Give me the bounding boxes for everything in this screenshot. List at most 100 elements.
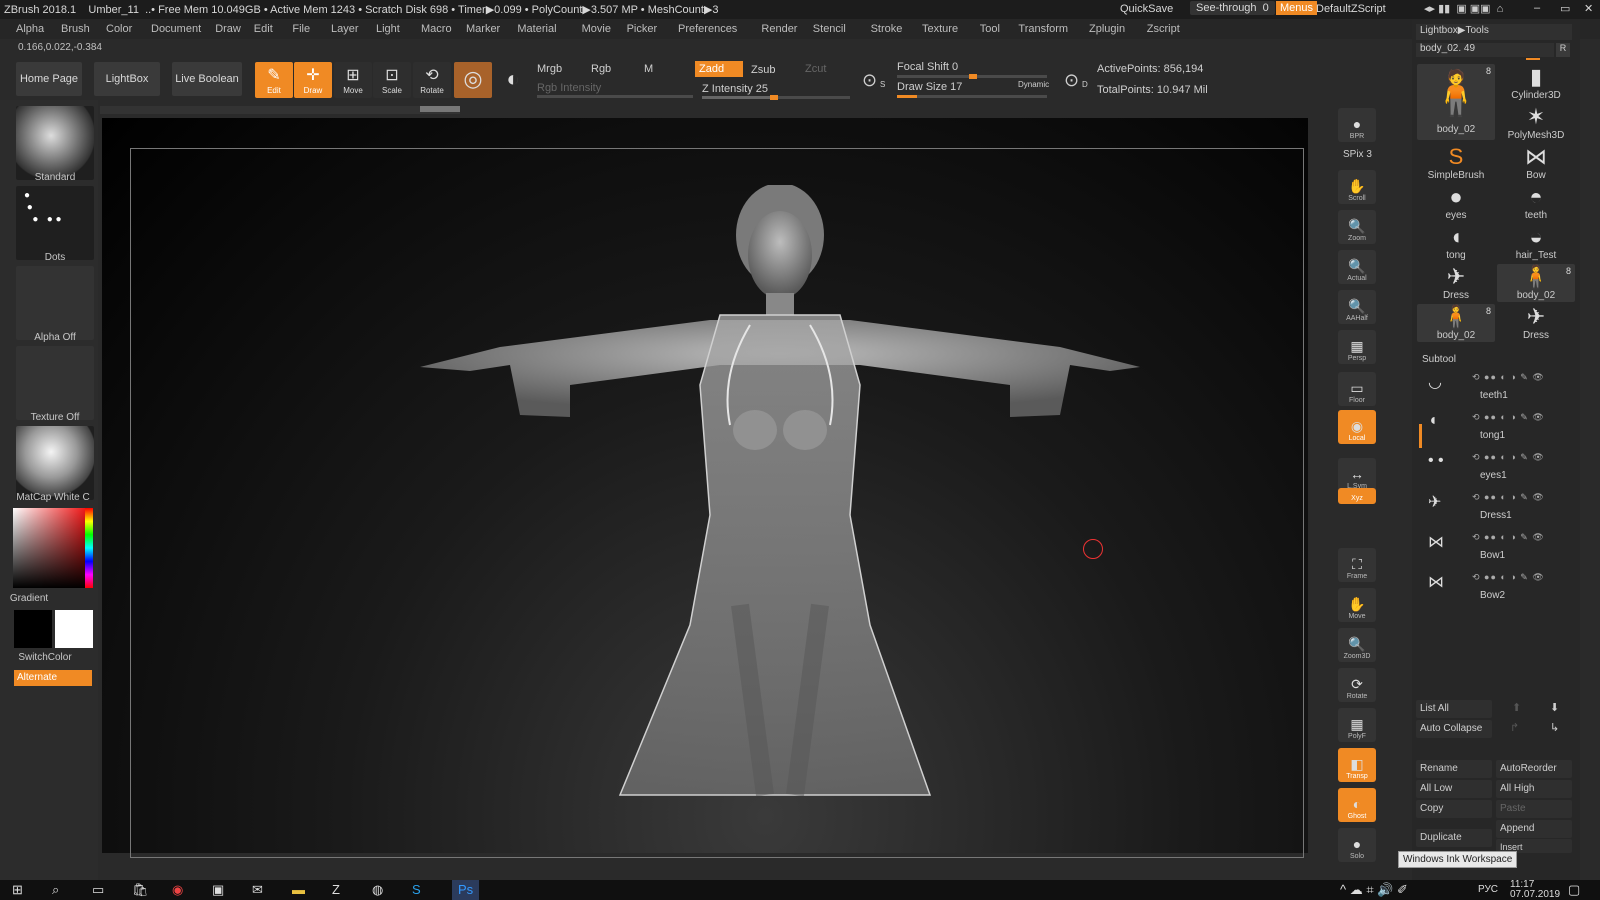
transp-button[interactable]: ◧ Transp	[1338, 748, 1376, 782]
rotate-button[interactable]: ⟳ Rotate	[1338, 668, 1376, 702]
scroll-button[interactable]: ✋ Scroll	[1338, 170, 1376, 204]
app-icon[interactable]: ◍	[372, 882, 383, 898]
duplicate-button[interactable]: Duplicate	[1416, 829, 1492, 847]
zbrush-icon[interactable]: Z	[332, 882, 340, 897]
windows-start-icon[interactable]: ⊞	[12, 882, 23, 898]
home-page-button[interactable]: Home Page	[16, 62, 82, 96]
autoreorder-button[interactable]: AutoReorder	[1496, 760, 1572, 778]
menu-item-color[interactable]: Color	[106, 23, 132, 35]
photoshop-icon[interactable]: Ps	[452, 880, 480, 900]
paste-button[interactable]: Paste	[1496, 800, 1572, 818]
append-button[interactable]: Append	[1496, 820, 1572, 838]
subtool-toggles[interactable]: ⟲ ●● ◐ ◑ ✎ 👁	[1472, 492, 1545, 503]
menu-item-zplugin[interactable]: Zplugin	[1089, 23, 1125, 35]
menu-item-layer[interactable]: Layer	[331, 23, 359, 35]
zoom3d-button[interactable]: 🔍 Zoom3D	[1338, 628, 1376, 662]
menu-item-preferences[interactable]: Preferences	[678, 23, 737, 35]
rename-button[interactable]: Rename	[1416, 760, 1492, 778]
local-button[interactable]: ◉ Local	[1338, 410, 1376, 444]
subtool-tong1[interactable]: ◖ ⟲ ●● ◐ ◑ ✎ 👁 tong1	[1420, 408, 1570, 446]
tool-item-polymesh3d[interactable]: ✶ PolyMesh3D	[1497, 104, 1575, 142]
close-icon[interactable]: ✕	[1584, 2, 1593, 15]
menu-item-movie[interactable]: Movie	[582, 23, 611, 35]
switch-color-button[interactable]: SwitchColor	[0, 652, 98, 663]
arrow-down-icon[interactable]: ⬇	[1550, 701, 1559, 714]
subtool-toggles[interactable]: ⟲ ●● ◐ ◑ ✎ 👁	[1472, 532, 1545, 543]
menu-item-alpha[interactable]: Alpha	[16, 23, 44, 35]
chrome-icon[interactable]: ◉	[172, 882, 183, 898]
lightbox-tools-header[interactable]: Lightbox▶Tools	[1416, 24, 1572, 40]
frame-button[interactable]: ⛶ Frame	[1338, 548, 1376, 582]
maximize-icon[interactable]: ▭	[1560, 2, 1570, 15]
persp-button[interactable]: ▦ Persp	[1338, 330, 1376, 364]
tool-item-body-02[interactable]: 🧍 body_02 8	[1417, 304, 1495, 342]
menu-item-light[interactable]: Light	[376, 23, 400, 35]
bpr-button[interactable]: ● BPR	[1338, 108, 1376, 142]
zcut-button[interactable]: Zcut	[805, 63, 826, 75]
xyz-button[interactable]: Xyz	[1338, 488, 1376, 504]
material-thumbnail[interactable]	[16, 426, 94, 500]
window-layout-icons[interactable]: ◂▸ ▮▮ ▣ ▣▣ ⌂	[1424, 2, 1503, 15]
zsub-button[interactable]: Zsub	[751, 64, 775, 76]
l-sym-button[interactable]: ↔ L.Sym	[1338, 458, 1376, 492]
focal-shift-handle[interactable]	[969, 74, 977, 79]
stroke-thumbnail[interactable]: ● ● ● ● ●	[16, 186, 94, 260]
aahalf-button[interactable]: 🔍 AAHalf	[1338, 290, 1376, 324]
auto-collapse-button[interactable]: Auto Collapse	[1416, 720, 1492, 738]
color-picker[interactable]	[13, 508, 93, 588]
tool-item-dress[interactable]: ✈ Dress	[1417, 264, 1495, 302]
subtool-dress1[interactable]: ✈ ⟲ ●● ◐ ◑ ✎ 👁 Dress1	[1420, 488, 1570, 526]
current-tool-slider-handle[interactable]	[1526, 58, 1540, 60]
menu-item-stencil[interactable]: Stencil	[813, 23, 846, 35]
draw-size-slider[interactable]	[897, 95, 1047, 98]
hue-strip[interactable]	[85, 508, 93, 588]
menu-item-zscript[interactable]: Zscript	[1147, 23, 1180, 35]
menu-item-render[interactable]: Render	[761, 23, 797, 35]
viewport-scroll-handle[interactable]	[420, 106, 460, 112]
menu-item-material[interactable]: Material	[517, 23, 556, 35]
notifications-icon[interactable]: ▢	[1568, 882, 1580, 898]
zoom-button[interactable]: 🔍 Zoom	[1338, 210, 1376, 244]
tool-item-simplebrush[interactable]: S SimpleBrush	[1417, 144, 1495, 182]
subtool-bow1[interactable]: ⋈ ⟲ ●● ◐ ◑ ✎ 👁 Bow1	[1420, 528, 1570, 566]
subtool-teeth1[interactable]: ◡ ⟲ ●● ◐ ◑ ✎ 👁 teeth1	[1420, 368, 1570, 406]
menu-item-document[interactable]: Document	[151, 23, 201, 35]
current-tool-slider[interactable]: body_02. 49	[1416, 43, 1554, 57]
arrow-up-icon[interactable]: ⬆	[1512, 701, 1521, 714]
tool-item-bow[interactable]: ⋈ Bow	[1497, 144, 1575, 182]
menu-item-texture[interactable]: Texture	[922, 23, 958, 35]
clock[interactable]: 11:17 07.07.2019	[1510, 880, 1560, 900]
ghost-button[interactable]: ◐ Ghost	[1338, 788, 1376, 822]
copy-button[interactable]: Copy	[1416, 800, 1492, 818]
menu-item-marker[interactable]: Marker	[466, 23, 500, 35]
polyf-button[interactable]: ▦ PolyF	[1338, 708, 1376, 742]
keyboard-language[interactable]: РУС	[1478, 884, 1498, 895]
z-intensity-handle[interactable]	[770, 95, 778, 100]
arrow-turn-down-icon[interactable]: ↳	[1550, 721, 1559, 734]
menu-item-picker[interactable]: Picker	[627, 23, 658, 35]
menu-item-tool[interactable]: Tool	[980, 23, 1000, 35]
rotate-mode-button[interactable]: ⟲ Rotate	[413, 62, 451, 98]
edit-mode-button[interactable]: ✎ Edit	[255, 62, 293, 98]
subtool-toggles[interactable]: ⟲ ●● ◐ ◑ ✎ 👁	[1472, 372, 1545, 383]
all-low-button[interactable]: All Low	[1416, 780, 1492, 798]
tool-item-dress[interactable]: ✈ Dress	[1497, 304, 1575, 342]
scale-mode-button[interactable]: ⊡ Scale	[373, 62, 411, 98]
subtool-toggles[interactable]: ⟲ ●● ◐ ◑ ✎ 👁	[1472, 572, 1545, 583]
brush-thumbnail[interactable]	[16, 106, 94, 180]
alternate-toggle[interactable]: Alternate	[14, 670, 92, 686]
dynamic-toggle[interactable]: Dynamic	[1018, 80, 1049, 89]
alpha-thumbnail[interactable]	[16, 266, 94, 340]
menu-item-brush[interactable]: Brush	[61, 23, 90, 35]
zadd-button[interactable]: Zadd	[695, 61, 743, 77]
lightbox-button[interactable]: LightBox	[94, 62, 160, 96]
subtool-bow2[interactable]: ⋈ ⟲ ●● ◐ ◑ ✎ 👁 Bow2	[1420, 568, 1570, 606]
live-boolean-button[interactable]: Live Boolean	[172, 62, 242, 96]
epic-games-icon[interactable]: ▣	[212, 882, 224, 898]
secondary-color-swatch[interactable]	[14, 610, 52, 648]
3d-model-figure[interactable]	[420, 185, 1140, 830]
s-target-icon[interactable]: ⊙	[862, 70, 877, 91]
viewport-scrollbar[interactable]	[100, 106, 460, 114]
minimize-icon[interactable]: –	[1534, 2, 1540, 14]
tool-item-cylinder3d[interactable]: ▮ Cylinder3D	[1497, 64, 1575, 102]
